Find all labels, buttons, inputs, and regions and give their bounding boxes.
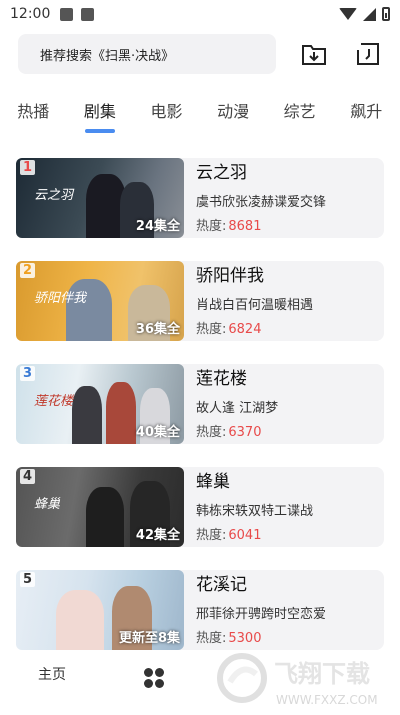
- poster-title: 蜂巢: [34, 497, 61, 512]
- rank-badge: 5: [20, 572, 36, 587]
- item-title: 花溪记: [196, 575, 247, 595]
- heat-value: 5300: [228, 631, 262, 646]
- heat-value: 6824: [228, 322, 262, 337]
- history-button[interactable]: [354, 40, 382, 68]
- apps-grid-icon[interactable]: [144, 668, 164, 688]
- episode-count: 36集全: [135, 322, 180, 337]
- list-item[interactable]: 4 蜂巢 42集全 蜂巢 韩栋宋轶双特工谍战 热度: 6041: [16, 467, 384, 547]
- poster-title: 云之羽: [34, 188, 74, 203]
- heat-value: 6041: [228, 528, 262, 543]
- history-icon: [357, 43, 379, 65]
- list-item[interactable]: 2 骄阳伴我 36集全 骄阳伴我 肖战白百何温暖相遇 热度: 6824: [16, 261, 384, 341]
- tab-series[interactable]: 剧集: [67, 92, 134, 136]
- status-time: 12:00: [10, 6, 51, 22]
- item-description: 邢菲徐开骋跨时空恋爱: [196, 607, 327, 622]
- watermark-text: 飞翔下载: [274, 660, 370, 688]
- watermark-url: WWW.FXXZ.COM: [276, 693, 378, 707]
- rank-badge: 1: [20, 160, 36, 175]
- episode-count: 更新至8集: [118, 631, 180, 646]
- tab-rising[interactable]: 飙升: [333, 92, 400, 136]
- rank-badge: 3: [20, 366, 36, 381]
- episode-count: 24集全: [135, 219, 180, 234]
- category-tabs: 热播 剧集 电影 动漫 综艺 飙升: [0, 92, 400, 136]
- episode-count: 40集全: [135, 425, 180, 440]
- gallery-notification-icon: [60, 7, 74, 21]
- status-bar: 12:00: [0, 0, 400, 28]
- tab-anime[interactable]: 动漫: [200, 92, 267, 136]
- heat-row: 热度: 6370: [196, 425, 262, 440]
- item-title: 骄阳伴我: [196, 266, 264, 286]
- tab-hot[interactable]: 热播: [0, 92, 67, 136]
- list-item[interactable]: 1 云之羽 24集全 云之羽 虞书欣张凌赫谍爱交锋 热度: 8681: [16, 158, 384, 238]
- heat-row: 热度: 8681: [196, 219, 262, 234]
- poster-image: 1 云之羽 24集全: [16, 158, 184, 238]
- item-title: 云之羽: [196, 163, 247, 183]
- signal-icon: [363, 7, 376, 21]
- item-description: 故人逢 江湖梦: [196, 401, 279, 416]
- site-watermark: 飞翔下载 WWW.FXXZ.COM: [217, 653, 378, 707]
- poster-image: 2 骄阳伴我 36集全: [16, 261, 184, 341]
- heat-value: 8681: [228, 219, 262, 234]
- heat-row: 热度: 6824: [196, 322, 262, 337]
- item-description: 虞书欣张凌赫谍爱交锋: [196, 195, 327, 210]
- poster-image: 4 蜂巢 42集全: [16, 467, 184, 547]
- search-input[interactable]: 推荐搜索《扫黑·决战》: [18, 34, 276, 74]
- app-notification-icon: [81, 7, 95, 21]
- rank-badge: 4: [20, 469, 36, 484]
- list-item[interactable]: 5 更新至8集 花溪记 邢菲徐开骋跨时空恋爱 热度: 5300: [16, 570, 384, 650]
- poster-title: 莲花楼: [34, 394, 74, 409]
- poster-image: 3 莲花楼 40集全: [16, 364, 184, 444]
- tab-active-indicator: [84, 129, 115, 133]
- tab-movie[interactable]: 电影: [133, 92, 200, 136]
- download-button[interactable]: [300, 40, 328, 68]
- item-description: 韩栋宋轶双特工谍战: [196, 504, 314, 519]
- heat-value: 6370: [228, 425, 262, 440]
- episode-count: 42集全: [135, 528, 180, 543]
- battery-icon: [382, 7, 390, 21]
- heat-row: 热度: 6041: [196, 528, 262, 543]
- poster-image: 5 更新至8集: [16, 570, 184, 650]
- heat-row: 热度: 5300: [196, 631, 262, 646]
- wifi-icon: [339, 8, 357, 20]
- ranking-list: 1 云之羽 24集全 云之羽 虞书欣张凌赫谍爱交锋 热度: 8681 2 骄阳伴我…: [16, 158, 384, 673]
- list-item[interactable]: 3 莲花楼 40集全 莲花楼 故人逢 江湖梦 热度: 6370: [16, 364, 384, 444]
- item-title: 蜂巢: [196, 472, 230, 492]
- item-title: 莲花楼: [196, 369, 247, 389]
- search-placeholder: 推荐搜索《扫黑·决战》: [40, 48, 175, 64]
- tab-variety[interactable]: 综艺: [266, 92, 333, 136]
- poster-title: 骄阳伴我: [34, 291, 87, 306]
- nav-home[interactable]: 主页: [38, 664, 66, 684]
- rank-badge: 2: [20, 263, 36, 278]
- download-folder-icon: [302, 45, 326, 65]
- item-description: 肖战白百何温暖相遇: [196, 298, 314, 313]
